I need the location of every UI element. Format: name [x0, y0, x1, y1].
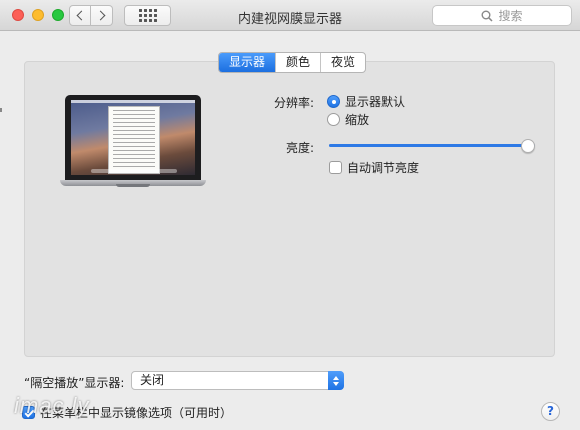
radio-button[interactable] [327, 113, 340, 126]
help-button[interactable]: ? [541, 402, 560, 421]
title-bar: 内建视网膜显示器 搜索 [0, 0, 580, 31]
resolution-scaled-option[interactable]: 缩放 [327, 111, 369, 128]
brightness-label: 亮度: [285, 141, 314, 155]
watermark-logo: imac.ly [14, 393, 90, 418]
airplay-display-label: “隔空播放”显示器: [24, 376, 125, 390]
auto-brightness-option[interactable]: 自动调节亮度 [329, 159, 419, 176]
tab-color[interactable]: 颜色 [275, 53, 320, 72]
brightness-slider[interactable] [329, 139, 535, 153]
slider-fill [329, 144, 535, 147]
search-placeholder: 搜索 [498, 9, 523, 23]
airplay-display-value: 关闭 [140, 373, 165, 387]
auto-brightness-label: 自动调节亮度 [347, 161, 420, 175]
slider-knob[interactable] [521, 139, 535, 153]
laptop-base [60, 180, 206, 187]
resolution-scaled-label: 缩放 [345, 113, 370, 127]
resolution-default-option[interactable]: 显示器默认 [327, 93, 405, 110]
document-window-thumbnail [108, 106, 160, 174]
laptop-lid [65, 95, 201, 180]
airplay-display-select[interactable]: 关闭 [131, 371, 344, 390]
tab-night-shift[interactable]: 夜览 [320, 53, 365, 72]
radio-button[interactable] [327, 95, 340, 108]
tab-bar: 显示器 颜色 夜览 [218, 52, 367, 73]
tab-display[interactable]: 显示器 [219, 53, 276, 72]
resolution-default-label: 显示器默认 [345, 95, 406, 109]
display-preview-image [60, 95, 206, 187]
select-arrows-icon [328, 371, 344, 390]
auto-brightness-checkbox[interactable] [329, 161, 342, 174]
laptop-screen [71, 100, 195, 175]
resolution-label: 分辨率: [273, 96, 314, 110]
search-icon [481, 10, 494, 22]
window-edge-mark [0, 108, 2, 112]
search-field[interactable]: 搜索 [432, 5, 572, 26]
